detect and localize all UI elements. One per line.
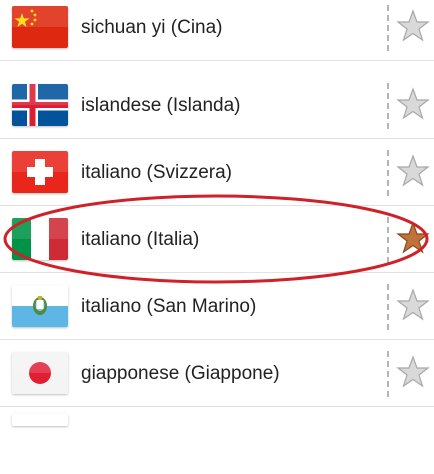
- row-divider: [387, 217, 389, 263]
- row-divider: [387, 284, 389, 330]
- san-marino-flag-icon: [12, 285, 68, 327]
- china-flag-icon: [12, 6, 68, 48]
- star-icon[interactable]: [396, 221, 430, 255]
- star-icon[interactable]: [396, 355, 430, 389]
- language-label: islandese (Islanda): [81, 95, 241, 116]
- list-item-language[interactable]: giapponese (Giappone): [0, 341, 434, 407]
- row-divider: [387, 5, 389, 51]
- star-icon[interactable]: [396, 154, 430, 188]
- list-item-language[interactable]: islandese (Islanda): [0, 73, 434, 139]
- japan-flag-icon: [12, 352, 68, 394]
- language-label: italiano (Svizzera): [81, 162, 232, 183]
- language-label: italiano (Italia): [81, 229, 200, 250]
- row-divider: [387, 150, 389, 196]
- list-item-language[interactable]: [0, 408, 434, 474]
- italy-flag-icon: [12, 218, 68, 260]
- switzerland-flag-icon: [12, 151, 68, 193]
- list-item-language[interactable]: italiano (Svizzera): [0, 140, 434, 206]
- language-list: sichuan yi (Cina) islandese (Islanda) it…: [0, 0, 434, 420]
- iceland-flag-icon: [12, 84, 68, 126]
- flag-icon: [12, 414, 68, 426]
- row-divider: [387, 83, 389, 129]
- row-divider: [387, 351, 389, 397]
- list-item-language[interactable]: sichuan yi (Cina): [0, 0, 434, 61]
- list-item-language[interactable]: italiano (San Marino): [0, 274, 434, 340]
- star-icon[interactable]: [396, 288, 430, 322]
- star-icon[interactable]: [396, 87, 430, 121]
- language-label: italiano (San Marino): [81, 296, 257, 317]
- star-icon[interactable]: [396, 9, 430, 43]
- language-label: sichuan yi (Cina): [81, 17, 223, 38]
- language-label: giapponese (Giappone): [81, 363, 280, 384]
- list-item-language[interactable]: italiano (Italia): [0, 207, 434, 273]
